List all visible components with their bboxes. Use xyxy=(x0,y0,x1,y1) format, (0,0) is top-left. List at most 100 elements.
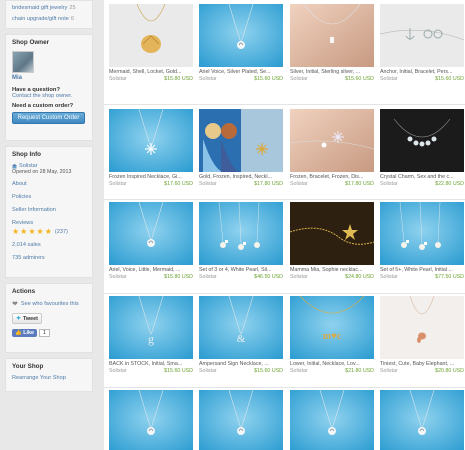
listing-price: $17.80 USD xyxy=(345,181,374,187)
listing-thumbnail[interactable] xyxy=(199,109,283,172)
sales-link[interactable]: 2,014 sales xyxy=(12,242,86,248)
listing-card[interactable]: Set of 5+, White Pearl, Initial ... Solis… xyxy=(380,202,464,280)
listing-card[interactable]: Ariel, Voice, Little, Mermaid, ... Solist… xyxy=(109,202,193,280)
shop-sections: bridesmaid gift jewelry 25 chain upgrade/… xyxy=(5,0,93,29)
listing-card[interactable] xyxy=(290,390,374,450)
listing-card[interactable]: Mermaid, Shell, Locket, Gold... Solistar $… xyxy=(109,4,193,82)
listings-grid: Mermaid, Shell, Locket, Gold... Solistar $… xyxy=(104,0,465,450)
listing-title[interactable]: Crystal Charm, Sex and the c... xyxy=(380,174,464,180)
listing-thumbnail[interactable] xyxy=(199,390,283,450)
listing-title[interactable]: Ariel, Voice, Little, Mermaid, ... xyxy=(109,267,193,273)
listing-title[interactable]: Lower, Initial, Necklace, Lov... xyxy=(290,361,374,367)
listing-meta: Solistar $22.80 USD xyxy=(380,181,464,187)
section-link[interactable]: chain upgrade/gift note 6 xyxy=(12,14,86,25)
about-link[interactable]: About xyxy=(12,181,86,187)
listing-thumbnail[interactable] xyxy=(199,202,283,265)
listing-card[interactable]: & Ampersand Sign Necklace, ... Solistar $15… xyxy=(199,296,283,374)
listing-meta: Solistar $15.80 USD xyxy=(109,274,193,280)
listing-thumbnail[interactable] xyxy=(290,202,374,265)
shop-icon xyxy=(12,163,17,168)
listing-title[interactable]: BACK in STOCK, Initial, Sma... xyxy=(109,361,193,367)
listing-title[interactable]: Silver, Initial, Sterling silver, ... xyxy=(290,69,374,75)
listing-shop[interactable]: Solistar xyxy=(290,76,308,82)
listing-thumbnail[interactable] xyxy=(380,296,464,359)
listing-title[interactable]: Frozen Inspired Necklace, Gi... xyxy=(109,174,193,180)
listing-card[interactable]: Gold, Frozen, Inspired, Neckl... Solistar… xyxy=(199,109,283,187)
listing-thumbnail[interactable]: g xyxy=(109,296,193,359)
tweet-button[interactable]: ✦ Tweet xyxy=(12,313,42,324)
listing-thumbnail[interactable] xyxy=(380,202,464,265)
listing-card[interactable]: Set of 3 or 4, White Pearl, Sil... Solist… xyxy=(199,202,283,280)
listing-title[interactable]: Ampersand Sign Necklace, ... xyxy=(199,361,283,367)
rating-stars[interactable]: ★ ★ ★ ★ ★ (237) xyxy=(12,228,86,236)
request-custom-order-button[interactable]: Request Custom Order xyxy=(12,112,85,124)
listing-thumbnail[interactable] xyxy=(380,109,464,172)
listing-title[interactable]: Tiniest, Cute, Baby Elephant, ... xyxy=(380,361,464,367)
listing-shop[interactable]: Solistar xyxy=(380,274,398,280)
listing-shop[interactable]: Solistar xyxy=(290,181,308,187)
listing-card[interactable]: Tiniest, Cute, Baby Elephant, ... Solista… xyxy=(380,296,464,374)
favourites-link[interactable]: ❤ See who favourites this xyxy=(12,300,86,308)
listing-shop[interactable]: Solistar xyxy=(109,181,127,187)
listing-shop[interactable]: Solistar xyxy=(199,76,217,82)
listing-shop[interactable]: Solistar xyxy=(380,368,398,374)
listing-shop[interactable]: Solistar xyxy=(109,76,127,82)
listing-card[interactable] xyxy=(380,390,464,450)
listing-shop[interactable]: Solistar xyxy=(109,368,127,374)
listing-title[interactable]: Anchor, Initial, Bracelet, Pers... xyxy=(380,69,464,75)
seller-info-link[interactable]: Seller Information xyxy=(12,207,86,213)
listing-thumbnail[interactable] xyxy=(109,109,193,172)
listing-shop[interactable]: Solistar xyxy=(199,274,217,280)
listing-shop[interactable]: Solistar xyxy=(199,181,217,187)
listing-thumbnail[interactable] xyxy=(109,202,193,265)
review-count[interactable]: (237) xyxy=(55,229,68,235)
listing-thumbnail[interactable] xyxy=(199,4,283,67)
listing-thumbnail[interactable] xyxy=(290,390,374,450)
avatar[interactable] xyxy=(12,51,34,73)
listing-card[interactable]: Ariel Voice, Silver Plated, Se... Solista… xyxy=(199,4,283,82)
listing-shop[interactable]: Solistar xyxy=(290,274,308,280)
listing-thumbnail[interactable]: & xyxy=(199,296,283,359)
listing-card[interactable]: Mamma Mia, Sophie necklac... Solistar $24.… xyxy=(290,202,374,280)
listing-card[interactable]: Crystal Charm, Sex and the c... Solistar $… xyxy=(380,109,464,187)
listing-thumbnail[interactable]: m♥c xyxy=(290,296,374,359)
contact-owner-link[interactable]: Contact the shop owner. xyxy=(12,93,86,99)
listing-card[interactable] xyxy=(199,390,283,450)
listing-card[interactable]: m♥c Lower, Initial, Necklace, Lov... Solis… xyxy=(290,296,374,374)
shop-info-box: Shop Info Solistar Opened on 28 May, 201… xyxy=(5,146,93,278)
listing-shop[interactable]: Solistar xyxy=(380,76,398,82)
listing-title[interactable]: Gold, Frozen, Inspired, Neckl... xyxy=(199,174,283,180)
policies-link[interactable]: Policies xyxy=(12,194,86,200)
listing-title[interactable]: Set of 5+, White Pearl, Initial ... xyxy=(380,267,464,273)
listing-card[interactable]: Frozen Inspired Necklace, Gi... Solistar $… xyxy=(109,109,193,187)
reviews-link[interactable]: Reviews xyxy=(12,220,86,226)
listing-title[interactable]: Set of 3 or 4, White Pearl, Sil... xyxy=(199,267,283,273)
listing-title[interactable]: Mamma Mia, Sophie necklac... xyxy=(290,267,374,273)
listing-card[interactable]: Anchor, Initial, Bracelet, Pers... Solist… xyxy=(380,4,464,82)
listing-price: $15.60 USD xyxy=(164,368,193,374)
listing-thumbnail[interactable] xyxy=(290,109,374,172)
listing-card[interactable] xyxy=(109,390,193,450)
listing-shop[interactable]: Solistar xyxy=(199,368,217,374)
listing-thumbnail[interactable] xyxy=(109,390,193,450)
like-button[interactable]: 👍 Like xyxy=(12,329,38,337)
rearrange-shop-link[interactable]: Rearrange Your Shop xyxy=(12,375,86,381)
listing-card[interactable]: g BACK in STOCK, Initial, Sma... Solistar $… xyxy=(109,296,193,374)
listing-meta: Solistar $15.60 USD xyxy=(380,76,464,82)
section-link[interactable]: bridesmaid gift jewelry 25 xyxy=(12,3,86,14)
admirers-link[interactable]: 735 admirers xyxy=(12,255,86,261)
listing-title[interactable]: Mermaid, Shell, Locket, Gold... xyxy=(109,69,193,75)
listing-shop[interactable]: Solistar xyxy=(380,181,398,187)
listing-thumbnail[interactable] xyxy=(380,4,464,67)
listing-card[interactable]: Silver, Initial, Sterling silver, ... Sol… xyxy=(290,4,374,82)
row-divider xyxy=(104,387,465,388)
listing-thumbnail[interactable] xyxy=(290,4,374,67)
owner-name[interactable]: Mia xyxy=(12,75,86,81)
listing-thumbnail[interactable] xyxy=(380,390,464,450)
listing-title[interactable]: Frozen, Bracelet, Frozen, Dis... xyxy=(290,174,374,180)
listing-card[interactable]: Frozen, Bracelet, Frozen, Dis... Solistar… xyxy=(290,109,374,187)
listing-title[interactable]: Ariel Voice, Silver Plated, Se... xyxy=(199,69,283,75)
listing-thumbnail[interactable] xyxy=(109,4,193,67)
listing-shop[interactable]: Solistar xyxy=(290,368,308,374)
listing-shop[interactable]: Solistar xyxy=(109,274,127,280)
